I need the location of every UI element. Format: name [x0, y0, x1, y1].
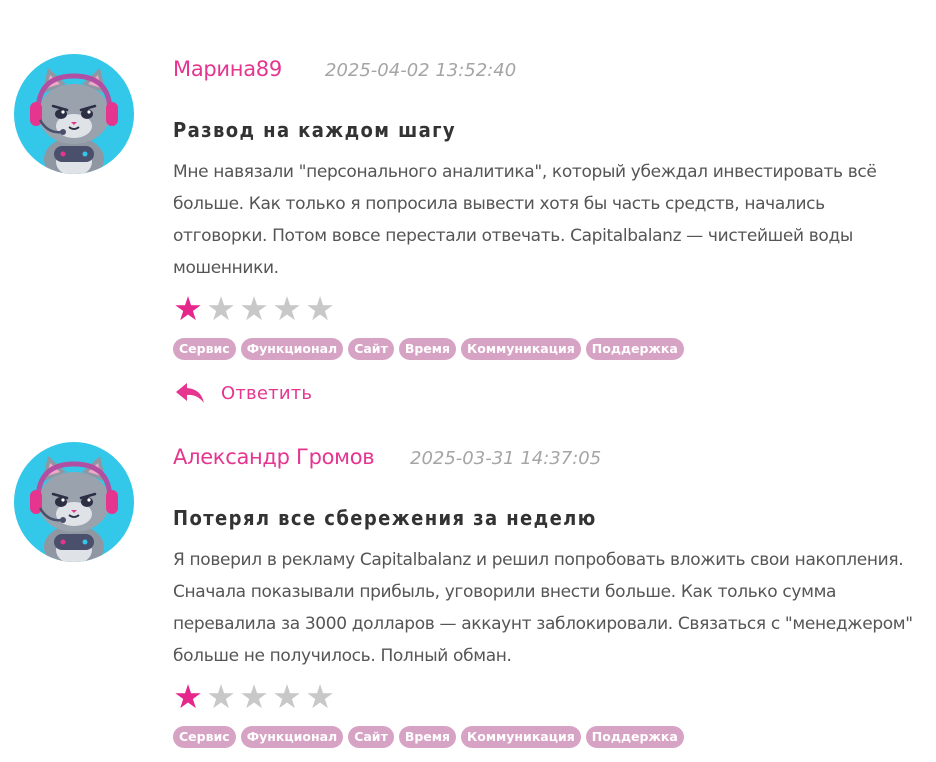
tag-badge: Функционал — [240, 726, 344, 748]
tag-badge: Коммуникация — [461, 726, 581, 748]
review-title: Развод на каждом шагу — [173, 118, 457, 142]
review-tags: Сервис Функционал Сайт Время Коммуникация Под… — [173, 338, 684, 360]
reply-label: Ответить — [221, 382, 313, 404]
tag-badge: Коммуникация — [461, 338, 581, 360]
star-empty-icon: ★ — [239, 289, 269, 328]
review-author[interactable]: Марина89 — [173, 57, 282, 81]
star-empty-icon: ★ — [206, 677, 236, 716]
reply-arrow-icon — [176, 383, 204, 403]
gamer-cat-avatar-icon — [14, 54, 134, 174]
star-filled-icon: ★ — [173, 677, 203, 716]
tag-badge: Сервис — [173, 726, 236, 748]
tag-badge: Время — [398, 726, 457, 748]
tag-badge: Поддержка — [585, 726, 684, 748]
gamer-cat-avatar-icon — [14, 442, 134, 562]
tag-badge: Время — [398, 338, 457, 360]
tag-badge: Сервис — [173, 338, 236, 360]
star-empty-icon: ★ — [305, 289, 335, 328]
review-date: 2025-03-31 14:37:05 — [410, 448, 602, 469]
star-filled-icon: ★ — [173, 289, 203, 328]
star-rating: ★ ★ ★ ★ ★ — [172, 680, 336, 714]
star-empty-icon: ★ — [305, 677, 335, 716]
tag-badge: Поддержка — [585, 338, 684, 360]
tag-badge: Функционал — [240, 338, 344, 360]
star-empty-icon: ★ — [239, 677, 269, 716]
tag-badge: Сайт — [348, 726, 394, 748]
star-empty-icon: ★ — [272, 677, 302, 716]
review-text: Мне навязали "персонального аналитика", … — [173, 162, 877, 278]
reply-button[interactable]: Ответить — [175, 381, 312, 405]
review-tags: Сервис Функционал Сайт Время Коммуникация Под… — [173, 726, 684, 748]
review-text: Я поверил в рекламу Capitalbalanz и реши… — [173, 550, 913, 666]
tag-badge: Сайт — [348, 338, 394, 360]
review-title: Потерял все сбережения за неделю — [173, 506, 597, 530]
star-empty-icon: ★ — [272, 289, 302, 328]
review-author[interactable]: Александр Громов — [173, 445, 375, 469]
star-empty-icon: ★ — [206, 289, 236, 328]
review-date: 2025-04-02 13:52:40 — [325, 60, 517, 81]
star-rating: ★ ★ ★ ★ ★ — [172, 292, 336, 326]
